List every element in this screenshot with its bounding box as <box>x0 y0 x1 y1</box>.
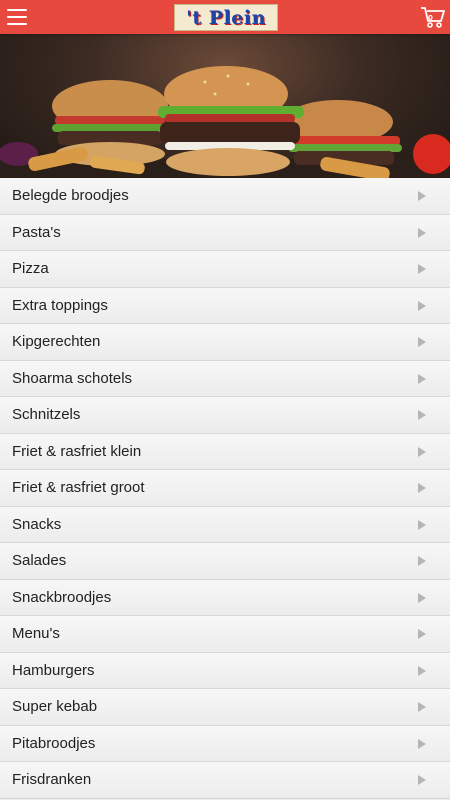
category-label: Snacks <box>12 515 62 533</box>
category-label: Pitabroodjes <box>12 734 96 752</box>
logo: 't Plein <box>174 4 278 31</box>
category-label: Menu's <box>12 625 60 642</box>
category-item[interactable]: Hamburgers <box>0 652 450 689</box>
category-label: Super kebab <box>12 698 98 715</box>
category-label: Frisdranken <box>12 771 92 788</box>
category-item[interactable]: Shoarma schotels <box>0 360 450 397</box>
chevron-right-icon <box>418 337 426 347</box>
category-item[interactable]: Snacks <box>0 506 450 543</box>
logo-text: 't Plein <box>186 6 266 29</box>
chevron-right-icon <box>418 264 426 274</box>
category-label: Pasta's <box>12 223 61 241</box>
category-list: Belegde broodjes Pasta's Pizza Extra top… <box>0 178 450 800</box>
category-item[interactable]: Super kebab <box>0 689 450 726</box>
category-label: Schnitzels <box>12 406 81 423</box>
category-item[interactable]: Friet & rasfriet groot <box>0 470 450 507</box>
category-item[interactable]: Menu's <box>0 616 450 653</box>
shopping-cart-icon[interactable]: 0 <box>420 5 446 29</box>
chevron-right-icon <box>418 556 426 566</box>
hamburger-menu-icon[interactable] <box>7 9 27 25</box>
category-item[interactable]: Snackbroodjes <box>0 579 450 616</box>
category-item[interactable]: Extra toppings <box>0 287 450 324</box>
chevron-right-icon <box>418 519 426 530</box>
top-app-bar: 't Plein 0 <box>0 0 450 34</box>
chevron-right-icon <box>418 446 426 457</box>
chevron-right-icon <box>418 483 426 493</box>
chevron-right-icon <box>418 300 426 311</box>
category-item[interactable]: Kipgerechten <box>0 324 450 361</box>
category-label: Snackbroodjes <box>12 588 112 606</box>
category-label: Friet & rasfriet groot <box>12 479 145 496</box>
category-label: Pizza <box>12 260 49 277</box>
category-item[interactable]: Pasta's <box>0 214 450 251</box>
category-label: Salades <box>12 552 67 569</box>
chevron-right-icon <box>418 227 426 238</box>
category-item[interactable]: Salades <box>0 543 450 580</box>
category-label: Shoarma schotels <box>12 369 133 387</box>
category-item[interactable]: Schnitzels <box>0 397 450 434</box>
category-item[interactable]: Pitabroodjes <box>0 725 450 762</box>
chevron-right-icon <box>418 410 426 420</box>
category-label: Extra toppings <box>12 296 108 314</box>
category-item[interactable]: Belegde broodjes <box>0 178 450 215</box>
category-label: Kipgerechten <box>12 333 101 350</box>
category-label: Hamburgers <box>12 661 95 679</box>
chevron-right-icon <box>418 629 426 639</box>
category-item[interactable]: Pizza <box>0 251 450 288</box>
category-item[interactable]: Frisdranken <box>0 762 450 799</box>
chevron-right-icon <box>418 665 426 676</box>
category-item[interactable]: Friet & rasfriet klein <box>0 433 450 470</box>
chevron-right-icon <box>418 592 426 603</box>
chevron-right-icon <box>418 775 426 785</box>
chevron-right-icon <box>418 702 426 712</box>
chevron-right-icon <box>418 373 426 384</box>
cart-count: 0 <box>428 14 433 22</box>
chevron-right-icon <box>418 191 426 201</box>
category-label: Friet & rasfriet klein <box>12 442 142 460</box>
chevron-right-icon <box>418 738 426 749</box>
category-label: Belegde broodjes <box>12 187 129 204</box>
hero-banner-image <box>0 34 450 189</box>
